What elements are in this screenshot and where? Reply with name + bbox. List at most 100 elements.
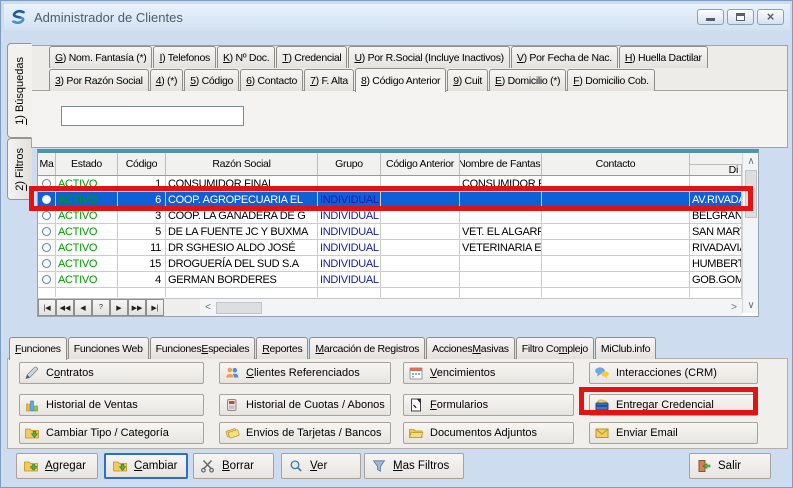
column-header-contacto[interactable]: Contacto <box>542 153 690 175</box>
radio-cell[interactable] <box>38 208 56 223</box>
grid-body: ACTIVO1CONSUMIDOR FINALCONSUMIDOR FINACT… <box>38 176 758 288</box>
radio-cell[interactable] <box>38 240 56 255</box>
radio-cell[interactable] <box>38 192 56 207</box>
radio-cell[interactable] <box>38 256 56 271</box>
search-tab-4-[interactable]: 4) (*) <box>150 69 184 91</box>
ver-button[interactable]: Ver <box>281 453 361 479</box>
search-tab-8-c-digo-anterior[interactable]: 8) Código Anterior <box>355 68 446 92</box>
radio-cell[interactable] <box>38 224 56 239</box>
sidebar-tab-2-filtros[interactable]: 2) Filtros <box>7 138 32 200</box>
salir-button[interactable]: Salir <box>689 453 771 479</box>
function-button-contratos[interactable]: Contratos <box>19 362 204 384</box>
function-button-formularios[interactable]: Formularios <box>403 394 574 416</box>
vertical-scrollbar[interactable]: ∧ ∨ <box>742 153 758 313</box>
column-header-c-digo[interactable]: Código <box>118 153 166 175</box>
search-tab-5-c-digo[interactable]: 5) Código <box>184 69 239 91</box>
column-header-nombre-de-fantas-[interactable]: Nombre de Fantasí <box>460 153 542 175</box>
search-tab-6-contacto[interactable]: 6) Contacto <box>240 69 303 91</box>
close-button[interactable]: × <box>757 9 784 25</box>
radio-cell[interactable] <box>38 176 56 191</box>
search-tab-e-domicilio-[interactable]: E) Domicilio (*) <box>489 69 566 91</box>
scroll-left-icon[interactable]: < <box>200 300 216 316</box>
scroll-right-icon[interactable]: > <box>726 300 742 316</box>
column-header-di[interactable]: Di <box>690 164 742 176</box>
column-header-raz-n-social[interactable]: Razón Social <box>166 153 318 175</box>
search-tab-i-telefonos[interactable]: I) Telefonos <box>153 46 216 68</box>
function-button-enviar-email[interactable]: Enviar Email <box>589 422 758 444</box>
minimize-button[interactable] <box>697 9 724 25</box>
function-tab-funciones-especiales[interactable]: Funciones Especiales <box>150 337 256 359</box>
search-tabs-row1: G) Nom. Fantasía (*)I) TelefonosK) Nº Do… <box>49 46 709 68</box>
table-row[interactable]: ACTIVO5DE LA FUENTE JC Y BUXMAINDIVIDUAL… <box>38 224 742 240</box>
function-tab-miclub-info[interactable]: MiClub.info <box>595 337 656 359</box>
table-row[interactable]: ACTIVO15DROGUERÍA DEL SUD S.AINDIVIDUALH… <box>38 256 742 272</box>
search-input[interactable] <box>61 106 244 126</box>
search-tab-7-f-alta[interactable]: 7) F. Alta <box>304 69 354 91</box>
function-button-entregar-credencial[interactable]: Entregar Credencial <box>589 394 758 416</box>
scroll-down-icon[interactable]: ∨ <box>743 297 759 313</box>
radio-icon[interactable] <box>42 275 51 284</box>
navigator-button-0[interactable]: |◀ <box>38 299 56 316</box>
table-row[interactable]: ACTIVO4GERMAN BORDERESINDIVIDUALGOB.GOME… <box>38 272 742 288</box>
vertical-scroll-thumb[interactable] <box>745 170 757 218</box>
navigator-button-6[interactable]: ▶| <box>146 299 164 316</box>
cell-codigo_anterior <box>381 192 460 207</box>
cambiar-button[interactable]: Cambiar <box>104 453 188 479</box>
function-button-documentos-adjuntos[interactable]: Documentos Adjuntos <box>403 422 574 444</box>
search-tab-f-domicilio-cob-[interactable]: F) Domicilio Cob. <box>567 69 654 91</box>
radio-cell[interactable] <box>38 272 56 287</box>
agregar-button[interactable]: Agregar <box>16 453 98 479</box>
table-row[interactable]: ACTIVO1CONSUMIDOR FINALCONSUMIDOR FIN <box>38 176 742 192</box>
function-button-interacciones-crm-[interactable]: Interacciones (CRM) <box>589 362 758 384</box>
cell-codigo: 4 <box>118 272 166 287</box>
function-tab-filtro-complejo[interactable]: Filtro Complejo <box>516 337 594 359</box>
table-row[interactable]: ACTIVO11DR SGHESIO ALDO JOSÉINDIVIDUALVE… <box>38 240 742 256</box>
function-tab-funciones[interactable]: Funciones <box>9 337 67 360</box>
navigator-button-5[interactable]: ▶▶ <box>128 299 146 316</box>
maximize-button[interactable] <box>727 9 754 25</box>
function-button-historial-de-ventas[interactable]: Historial de Ventas <box>19 394 204 416</box>
radio-icon[interactable] <box>42 211 51 220</box>
function-button-envios-de-tarjetas-bancos[interactable]: Envios de Tarjetas / Bancos <box>219 422 391 444</box>
function-button-vencimientos[interactable]: Vencimientos <box>403 362 574 384</box>
cell-grupo: INDIVIDUAL <box>318 192 381 207</box>
table-row[interactable]: ACTIVO3COOP. LA GANADERA DE GINDIVIDUALB… <box>38 208 742 224</box>
radio-icon[interactable] <box>42 179 51 188</box>
function-tab-marcaci-n-de-registros[interactable]: Marcación de Registros <box>309 337 425 359</box>
navigator-button-3[interactable]: ? <box>92 299 110 316</box>
column-header-ma[interactable]: Ma <box>38 153 56 175</box>
borrar-button[interactable]: Borrar <box>193 453 274 479</box>
radio-icon[interactable] <box>42 243 51 252</box>
table-row[interactable]: ACTIVO6COOP. AGROPECUARIA ELINDIVIDUALAV… <box>38 192 742 208</box>
function-tab-funciones-web[interactable]: Funciones Web <box>68 337 149 359</box>
search-tab-h-huella-dactilar[interactable]: H) Huella Dactilar <box>619 46 708 68</box>
navigator-button-2[interactable]: ◀ <box>74 299 92 316</box>
search-tab-3-por-raz-n-social[interactable]: 3) Por Razón Social <box>49 69 149 91</box>
column-header-grupo[interactable]: Grupo <box>318 153 381 175</box>
search-tab-g-nom-fantas-a-[interactable]: G) Nom. Fantasía (*) <box>49 46 152 68</box>
radio-icon[interactable] <box>42 227 51 236</box>
search-tab-9-cuit[interactable]: 9) Cuit <box>447 69 488 91</box>
radio-selected-icon[interactable] <box>42 195 51 204</box>
column-header-estado[interactable]: Estado <box>56 153 118 175</box>
function-tab-acciones-masivas[interactable]: Acciones Masivas <box>426 337 515 359</box>
cell-razon_social: DR SGHESIO ALDO JOSÉ <box>166 240 318 255</box>
function-button-historial-de-cuotas-abonos[interactable]: Historial de Cuotas / Abonos <box>219 394 391 416</box>
horizontal-scroll-thumb[interactable] <box>216 302 262 314</box>
search-tab-t-credencial[interactable]: T) Credencial <box>276 46 347 68</box>
function-tab-reportes[interactable]: Reportes <box>256 337 308 359</box>
scroll-up-icon[interactable]: ∧ <box>743 153 759 169</box>
users-icon <box>224 365 240 381</box>
function-button-cambiar-tipo-categor-a[interactable]: Cambiar Tipo / Categoría <box>19 422 204 444</box>
sidebar-tab-1-b-squedas[interactable]: 1) Búsquedas <box>7 43 32 138</box>
navigator-button-1[interactable]: ◀◀ <box>56 299 74 316</box>
column-header-c-digo-anterior[interactable]: Código Anterior <box>381 153 460 175</box>
mas-filtros-button[interactable]: Mas Filtros <box>364 453 464 479</box>
radio-icon[interactable] <box>42 259 51 268</box>
horizontal-scrollbar[interactable]: < > <box>200 299 742 316</box>
search-tab-k-n-doc-[interactable]: K) Nº Doc. <box>217 46 275 68</box>
function-button-clientes-referenciados[interactable]: Clientes Referenciados <box>219 362 391 384</box>
search-tab-v-por-fecha-de-nac-[interactable]: V) Por Fecha de Nac. <box>511 46 618 68</box>
search-tab-u-por-r-social-incluye-inactivos-[interactable]: U) Por R.Social (Incluye Inactivos) <box>348 46 509 68</box>
navigator-button-4[interactable]: ▶ <box>110 299 128 316</box>
